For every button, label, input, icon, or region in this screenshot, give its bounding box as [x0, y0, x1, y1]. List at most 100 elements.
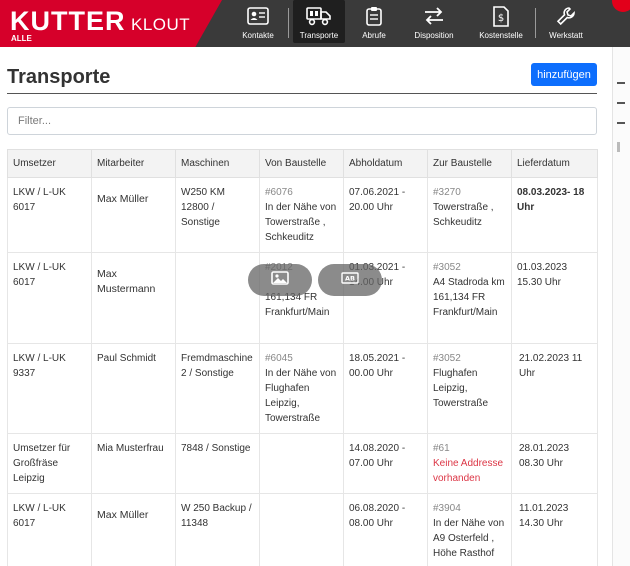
column-header[interactable]: Umsetzer	[7, 149, 92, 178]
zur-baustelle-text: Flughafen Leipzig, Towerstraße	[433, 368, 489, 409]
cell-mitarbeiter: Max Müller	[91, 177, 176, 253]
zur-baustelle-warning: Keine Addresse vorhanden	[433, 458, 504, 484]
truck-icon	[306, 4, 332, 28]
title-divider	[7, 93, 597, 94]
nav-label: Kontakte	[242, 31, 274, 40]
cell-zur-baustelle: #3052 Flughafen Leipzig, Towerstraße	[427, 343, 512, 434]
image-icon	[271, 270, 289, 290]
svg-text:$: $	[498, 13, 504, 24]
panel-line	[617, 142, 620, 152]
main-nav: Kontakte Transporte Abrufe Disposition $	[232, 0, 592, 47]
cell-von-baustelle: #6045 In der Nähe von Flughafen Leipzig,…	[259, 343, 344, 434]
cell-abholdatum: 18.05.2021 - 00.00 Uhr	[343, 343, 428, 434]
clipboard-icon	[361, 4, 387, 28]
column-header[interactable]: Zur Baustelle	[427, 149, 512, 178]
column-header[interactable]: Lieferdatum	[511, 149, 598, 178]
svg-text:AB: AB	[345, 275, 355, 283]
swap-arrows-icon	[421, 4, 447, 28]
nav-abrufe[interactable]: Abrufe	[351, 0, 397, 43]
cell-lieferdatum: 08.03.2023- 18 Uhr	[511, 177, 598, 253]
contact-card-icon	[245, 4, 271, 28]
zur-baustelle-text: In der Nähe von A9 Osterfeld , Höhe Rast…	[433, 518, 505, 559]
table-row[interactable]: LKW / L-UK 6017 Max Müller W 250 Backup …	[7, 493, 598, 566]
brand-name: KUTTER	[10, 6, 126, 36]
column-header[interactable]: Maschinen	[175, 149, 260, 178]
table-row[interactable]: Umsetzer für Großfräse Leipzig Mia Muste…	[7, 433, 598, 494]
side-panel-edge[interactable]	[612, 47, 630, 566]
cell-zur-baustelle: #3904 In der Nähe von A9 Osterfeld , Höh…	[427, 493, 512, 566]
zur-baustelle-id[interactable]: #3904	[433, 503, 461, 514]
cell-abholdatum: 06.08.2020 - 08.00 Uhr	[343, 493, 428, 566]
brand-subname: KLOUT	[131, 15, 191, 34]
column-header[interactable]: Abholdatum	[343, 149, 428, 178]
nav-disposition[interactable]: Disposition	[405, 0, 463, 43]
add-button[interactable]: hinzufügen	[531, 63, 597, 86]
notification-dot[interactable]	[612, 0, 630, 12]
nav-kostenstelle[interactable]: $ Kostenstelle	[471, 0, 531, 43]
zur-baustelle-id[interactable]: #3052	[433, 262, 461, 273]
cell-lieferdatum: 01.03.2023 15.30 Uhr	[511, 252, 598, 344]
cell-maschinen: W 250 Backup / 11348	[175, 493, 260, 566]
cell-umsetzer: LKW / L-UK 6017	[7, 493, 92, 566]
zur-baustelle-text: A4 Stadroda km 161,134 FR Frankfurt/Main	[433, 277, 505, 318]
brand-logo[interactable]: KUTTER KLOUT ALLE	[0, 0, 222, 47]
cell-abholdatum: 14.08.2020 - 07.00 Uhr	[343, 433, 428, 494]
cell-abholdatum: 07.06.2021 - 20.00 Uhr	[343, 177, 428, 253]
nav-divider	[288, 8, 289, 38]
cell-zur-baustelle: #3270 Towerstraße , Schkeuditz	[427, 177, 512, 253]
image-capture-button[interactable]	[248, 264, 312, 296]
column-header[interactable]: Von Baustelle	[259, 149, 344, 178]
von-baustelle-text: In der Nähe von Flughafen Leipzig, Tower…	[265, 368, 337, 424]
von-baustelle-id[interactable]: #6076	[265, 187, 293, 198]
cell-umsetzer: Umsetzer für Großfräse Leipzig	[7, 433, 92, 494]
text-recognition-button[interactable]: AB	[318, 264, 382, 296]
nav-divider	[535, 8, 536, 38]
cell-maschinen: Fremdmaschine 2 / Sonstige	[175, 343, 260, 434]
panel-line	[617, 102, 625, 104]
cell-lieferdatum: 28.01.2023 08.30 Uhr	[511, 433, 598, 494]
nav-label: Disposition	[414, 31, 454, 40]
table-header-row: Umsetzer Mitarbeiter Maschinen Von Baust…	[7, 149, 598, 178]
wrench-icon	[553, 4, 579, 28]
table-row[interactable]: LKW / L-UK 9337 Paul Schmidt Fremdmaschi…	[7, 343, 598, 434]
von-baustelle-text: In der Nähe von Towerstraße , Schkeuditz	[265, 202, 337, 243]
cell-maschinen: W250 KM 12800 / Sonstige	[175, 177, 260, 253]
transport-table: Umsetzer Mitarbeiter Maschinen Von Baust…	[7, 149, 598, 566]
main-content: Transporte hinzufügen Umsetzer Mitarbeit…	[0, 47, 612, 566]
nav-label: Transporte	[299, 31, 339, 40]
text-recognition-icon: AB	[341, 271, 359, 289]
cell-maschinen: 7848 / Sonstige	[175, 433, 260, 494]
cell-zur-baustelle: #3052 A4 Stadroda km 161,134 FR Frankfur…	[427, 252, 512, 344]
nav-werkstatt[interactable]: Werkstatt	[540, 0, 592, 43]
zur-baustelle-id[interactable]: #61	[433, 443, 450, 454]
cell-maschinen	[175, 252, 260, 344]
nav-transporte[interactable]: Transporte	[293, 0, 345, 43]
cell-mitarbeiter: Mia Musterfrau	[91, 433, 176, 494]
cell-mitarbeiter: Max Müller	[91, 493, 176, 566]
zur-baustelle-id[interactable]: #3052	[433, 353, 461, 364]
cell-von-baustelle	[259, 433, 344, 494]
cell-umsetzer: LKW / L-UK 9337	[7, 343, 92, 434]
nav-label: Kostenstelle	[479, 31, 523, 40]
filter-input[interactable]	[7, 107, 597, 135]
zur-baustelle-id[interactable]: #3270	[433, 187, 461, 198]
table-row[interactable]: LKW / L-UK 6017 Max Müller W250 KM 12800…	[7, 177, 598, 253]
panel-line	[617, 122, 625, 124]
top-navbar: KUTTER KLOUT ALLE Kontakte Transporte Ab…	[0, 0, 630, 47]
nav-label: Werkstatt	[549, 31, 583, 40]
cell-von-baustelle: #6076 In der Nähe von Towerstraße , Schk…	[259, 177, 344, 253]
page-title: Transporte	[7, 66, 111, 88]
zur-baustelle-text: Towerstraße , Schkeuditz	[433, 202, 494, 228]
cell-umsetzer: LKW / L-UK 6017	[7, 252, 92, 344]
cell-lieferdatum: 21.02.2023 11 Uhr	[511, 343, 598, 434]
column-header[interactable]: Mitarbeiter	[91, 149, 176, 178]
cell-mitarbeiter: Paul Schmidt	[91, 343, 176, 434]
panel-line	[617, 82, 625, 84]
document-dollar-icon: $	[488, 4, 514, 28]
nav-label: Abrufe	[362, 31, 386, 40]
cell-von-baustelle	[259, 493, 344, 566]
cell-mitarbeiter: Max Mustermann	[91, 252, 176, 344]
von-baustelle-id[interactable]: #6045	[265, 353, 293, 364]
nav-kontakte[interactable]: Kontakte	[232, 0, 284, 43]
cell-umsetzer: LKW / L-UK 6017	[7, 177, 92, 253]
